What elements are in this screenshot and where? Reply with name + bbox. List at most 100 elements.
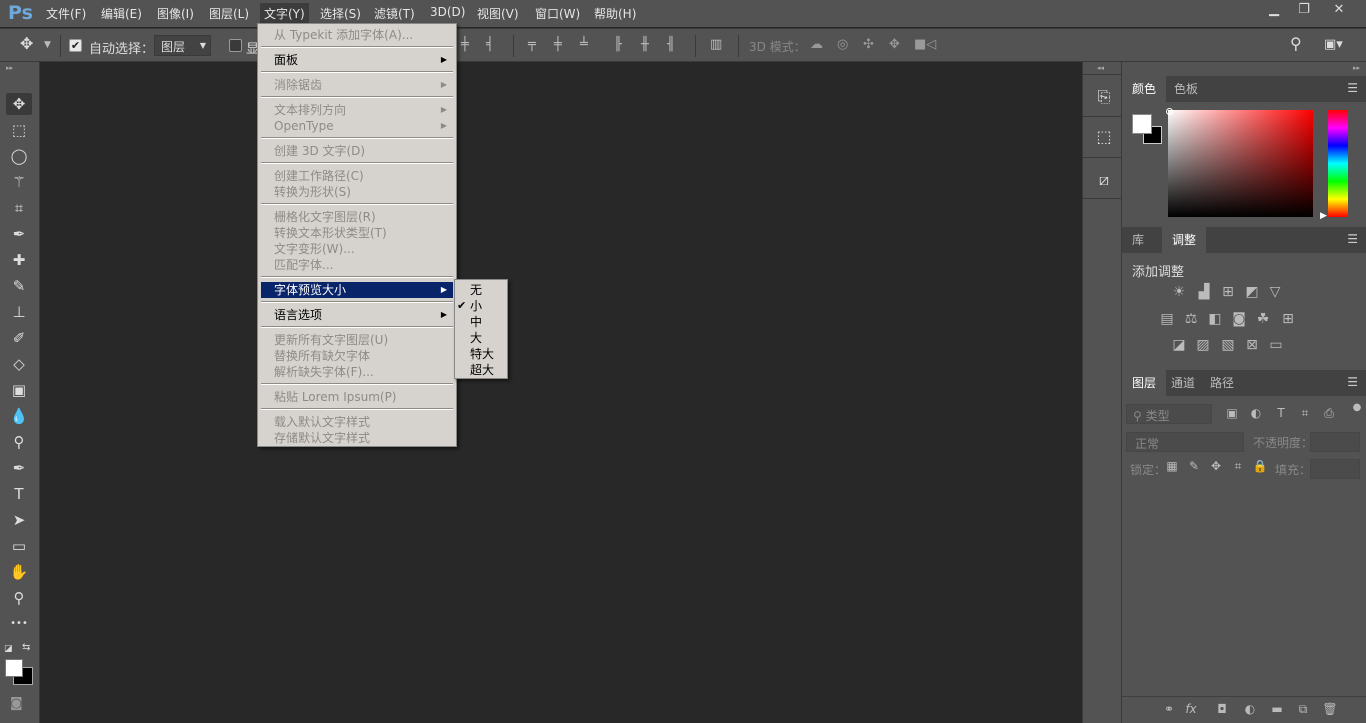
magic-wand-tool-icon[interactable]: ⚚ — [6, 171, 32, 193]
more-tool-icon[interactable]: ••• — [6, 613, 32, 635]
blur-tool-icon[interactable]: 💧 — [6, 405, 32, 427]
workspace-icon[interactable]: ▣▾ — [1324, 37, 1343, 52]
menu-4[interactable]: 文字(Y) — [260, 3, 309, 24]
filter-adjustment-icon[interactable]: ◐ — [1246, 406, 1266, 420]
menu-9[interactable]: 窗口(W) — [535, 5, 580, 22]
collapse-icon[interactable]: ◂◂ — [1097, 64, 1104, 72]
lasso-tool-icon[interactable]: ◯ — [6, 145, 32, 167]
panel-menu-icon[interactable]: ☰ — [1347, 81, 1358, 95]
hue-saturation-icon[interactable]: ▤ — [1157, 311, 1177, 327]
channel-mixer-icon[interactable]: ☘ — [1253, 311, 1273, 327]
font-preview-size-option[interactable]: 超大 — [455, 362, 507, 378]
hue-slider[interactable] — [1328, 110, 1348, 217]
minimize-button[interactable]: ▁ — [1259, 2, 1289, 17]
type-tool-icon[interactable]: T — [6, 483, 32, 505]
auto-select-dropdown[interactable]: 图层 ▼ — [154, 35, 211, 56]
add-mask-icon[interactable]: ◘ — [1212, 702, 1232, 716]
collapse-icon[interactable]: ▸▸ — [6, 64, 13, 72]
auto-align-icon[interactable]: ▥ — [710, 37, 722, 52]
distribute-left-icon[interactable]: ╟ — [614, 37, 622, 52]
distribute-right-icon[interactable]: ╢ — [667, 37, 675, 52]
font-preview-size-option[interactable]: 中 — [455, 314, 507, 330]
auto-select-checkbox[interactable]: ✔ — [69, 39, 82, 52]
panel-menu-icon[interactable]: ☰ — [1347, 375, 1358, 389]
gradient-map-icon[interactable]: ▭ — [1266, 337, 1286, 353]
paths-icon[interactable]: ⧄ — [1091, 167, 1117, 193]
stamp-tool-icon[interactable]: ⊥ — [6, 301, 32, 323]
search-icon[interactable]: ⚲ — [1290, 34, 1302, 53]
3d-roll-icon[interactable]: ◎ — [837, 37, 848, 52]
posterize-icon[interactable]: ▨ — [1193, 337, 1213, 353]
menu-10[interactable]: 帮助(H) — [594, 5, 636, 22]
delete-layer-icon[interactable]: 🗑 — [1320, 702, 1340, 716]
path-select-tool-icon[interactable]: ➤ — [6, 509, 32, 531]
move-tool-icon[interactable]: ✥ — [20, 34, 33, 53]
healing-tool-icon[interactable]: ✚ — [6, 249, 32, 271]
brush-tool-icon[interactable]: ✎ — [6, 275, 32, 297]
opacity-input[interactable] — [1310, 432, 1360, 452]
distribute-bottom-icon[interactable]: ╧ — [580, 37, 588, 52]
font-preview-size-option[interactable]: 特大 — [455, 346, 507, 362]
tab-libraries[interactable]: 库 — [1122, 227, 1154, 253]
new-layer-icon[interactable]: ⧉ — [1293, 702, 1313, 717]
levels-icon[interactable]: ▟ — [1194, 284, 1214, 300]
tab-color[interactable]: 颜色 — [1122, 76, 1167, 102]
zoom-tool-icon[interactable]: ⚲ — [6, 587, 32, 609]
eraser-tool-icon[interactable]: ◇ — [6, 353, 32, 375]
swap-colors-icon[interactable]: ⇆ — [22, 642, 30, 653]
new-adjustment-icon[interactable]: ◐ — [1240, 702, 1260, 716]
move-tool-icon[interactable]: ✥ — [6, 93, 32, 115]
type-menu-item[interactable]: 语言选项 ▶ — [261, 307, 453, 323]
lock-position-icon[interactable]: ✥ — [1206, 459, 1226, 473]
menu-8[interactable]: 视图(V) — [477, 5, 519, 22]
expand-icon[interactable]: ▸▸ — [1353, 64, 1360, 72]
type-menu-item[interactable]: 字体预览大小 ▶ — [261, 282, 453, 298]
3d-orbit-icon[interactable]: ☁ — [810, 37, 823, 52]
show-transform-checkbox[interactable] — [229, 39, 242, 52]
pen-tool-icon[interactable]: ✒ — [6, 457, 32, 479]
history-icon[interactable]: ⎘ — [1091, 84, 1117, 110]
hand-tool-icon[interactable]: ✋ — [6, 561, 32, 583]
new-group-icon[interactable]: ▬ — [1267, 702, 1287, 716]
filter-shape-icon[interactable]: ⌗ — [1295, 406, 1315, 421]
font-preview-size-option[interactable]: 大 — [455, 330, 507, 346]
black-white-icon[interactable]: ◧ — [1205, 311, 1225, 327]
fill-input[interactable] — [1310, 459, 1360, 479]
tab-layers[interactable]: 图层 — [1122, 370, 1167, 396]
rectangle-tool-icon[interactable]: ▭ — [6, 535, 32, 557]
menu-1[interactable]: 编辑(E) — [101, 5, 142, 22]
quick-mask-icon[interactable]: ◙ — [10, 696, 23, 711]
link-layers-icon[interactable]: ⚭ — [1159, 702, 1179, 716]
lock-image-icon[interactable]: ✎ — [1184, 459, 1204, 473]
brightness-contrast-icon[interactable]: ☀ — [1169, 284, 1189, 300]
distribute-vcenter-icon[interactable]: ╪ — [554, 37, 562, 52]
3d-pan-icon[interactable]: ✣ — [863, 37, 874, 52]
dodge-tool-icon[interactable]: ⚲ — [6, 431, 32, 453]
panel-menu-icon[interactable]: ☰ — [1347, 232, 1358, 246]
lock-artboard-icon[interactable]: ⌗ — [1228, 459, 1248, 474]
foreground-color-swatch[interactable] — [1132, 114, 1152, 134]
properties-3d-icon[interactable]: ⬚ — [1091, 124, 1117, 150]
menu-0[interactable]: 文件(F) — [46, 5, 86, 22]
distribute-hcenter-icon[interactable]: ╫ — [641, 37, 649, 52]
align-right-icon[interactable]: ╡ — [486, 37, 494, 52]
tab-paths[interactable]: 路径 — [1200, 370, 1244, 396]
lock-transparent-icon[interactable]: ▦ — [1162, 459, 1182, 473]
default-colors-icon[interactable]: ◪ — [4, 644, 13, 654]
menu-6[interactable]: 滤镜(T) — [374, 5, 415, 22]
crop-tool-icon[interactable]: ⌗ — [6, 197, 32, 219]
filter-type-icon[interactable]: T — [1271, 406, 1291, 420]
gradient-tool-icon[interactable]: ▣ — [6, 379, 32, 401]
invert-icon[interactable]: ◪ — [1169, 337, 1189, 353]
menu-3[interactable]: 图层(L) — [209, 5, 249, 22]
color-picker-cursor[interactable] — [1166, 108, 1173, 115]
photo-filter-icon[interactable]: ◙ — [1229, 311, 1249, 327]
foreground-color-swatch[interactable] — [5, 659, 23, 677]
tab-adjustments[interactable]: 调整 — [1162, 227, 1207, 253]
marquee-tool-icon[interactable]: ⬚ — [6, 119, 32, 141]
filter-smart-object-icon[interactable]: ⎙ — [1319, 406, 1339, 421]
history-brush-tool-icon[interactable]: ✐ — [6, 327, 32, 349]
color-balance-icon[interactable]: ⚖ — [1181, 311, 1201, 327]
tab-channels[interactable]: 通道 — [1161, 370, 1205, 396]
type-menu-item[interactable]: 面板 ▶ — [261, 52, 453, 68]
